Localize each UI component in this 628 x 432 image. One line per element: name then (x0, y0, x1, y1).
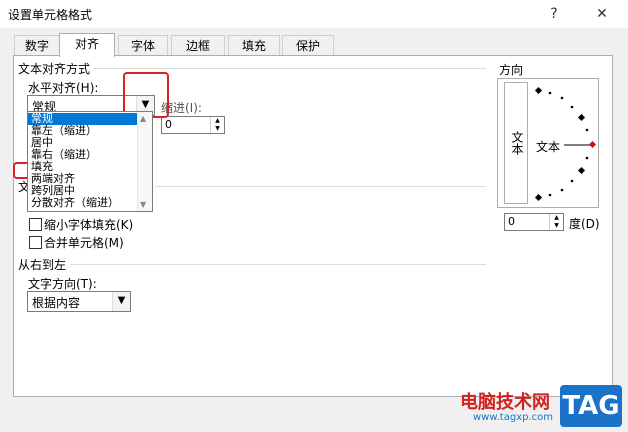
scroll-down-icon[interactable]: ▼ (140, 200, 146, 209)
orientation-box[interactable]: 文本 文本 (497, 78, 599, 208)
section-divider (155, 186, 486, 187)
text-direction-select[interactable]: 根据内容 ▼ (27, 291, 131, 312)
indent-stepper[interactable]: 0 ▲ ▼ (161, 116, 225, 134)
text-direction-label: 文字方向(T): (28, 277, 97, 291)
rtl-title: 从右到左 (18, 258, 67, 272)
orientation-title: 方向 (499, 63, 524, 77)
watermark-url: www.tagxp.com (473, 412, 553, 423)
tab-border[interactable]: 边框 (171, 35, 225, 56)
horizontal-align-dropdown: 常规 靠左（缩进） 居中 靠右（缩进） 填充 两端对齐 跨列居中 分散对齐（缩进… (27, 111, 153, 212)
tab-fill[interactable]: 填充 (228, 35, 280, 56)
scroll-up-icon[interactable]: ▲ (140, 114, 146, 123)
close-button[interactable]: ✕ (588, 2, 616, 26)
tab-protection[interactable]: 保护 (282, 35, 334, 56)
degrees-stepper[interactable]: 0 ▲ ▼ (504, 213, 564, 231)
merge-cells-label: 合并单元格(M) (44, 236, 124, 250)
format-cells-dialog: 设置单元格格式 ? ✕ 数字 对齐 字体 边框 填充 保护 文本对齐方式 水平对… (0, 0, 628, 432)
degrees-label: 度(D) (569, 217, 600, 231)
horizontal-align-label: 水平对齐(H): (28, 81, 99, 95)
indent-value: 0 (165, 118, 172, 131)
text-alignment-title: 文本对齐方式 (18, 62, 91, 76)
horizontal-text-label: 文本 (536, 140, 561, 154)
tab-alignment[interactable]: 对齐 (59, 33, 115, 57)
help-button[interactable]: ? (540, 2, 568, 26)
watermark-site: 电脑技术网 (460, 392, 550, 413)
dialog-title: 设置单元格格式 (8, 8, 93, 22)
shrink-to-fit-label: 缩小字体填充(K) (44, 218, 134, 232)
shrink-to-fit-checkbox[interactable] (29, 218, 42, 231)
tab-font[interactable]: 字体 (118, 35, 168, 56)
tab-number[interactable]: 数字 (14, 35, 60, 56)
dropdown-option[interactable]: 分散对齐（缩进） (28, 197, 139, 209)
spin-arrows-icon[interactable]: ▲ ▼ (210, 117, 224, 133)
spin-arrows-icon[interactable]: ▲ ▼ (549, 214, 563, 230)
section-divider (70, 264, 486, 265)
title-bar: 设置单元格格式 ? ✕ (0, 0, 628, 28)
merge-cells-checkbox[interactable] (29, 236, 42, 249)
watermark-logo: TAG (560, 385, 622, 427)
chevron-down-icon[interactable]: ▼ (112, 292, 130, 311)
dropdown-scrollbar[interactable]: ▲ ▼ (137, 112, 152, 211)
text-direction-value: 根据内容 (32, 296, 81, 310)
degrees-value: 0 (508, 215, 515, 228)
section-divider (94, 68, 486, 69)
